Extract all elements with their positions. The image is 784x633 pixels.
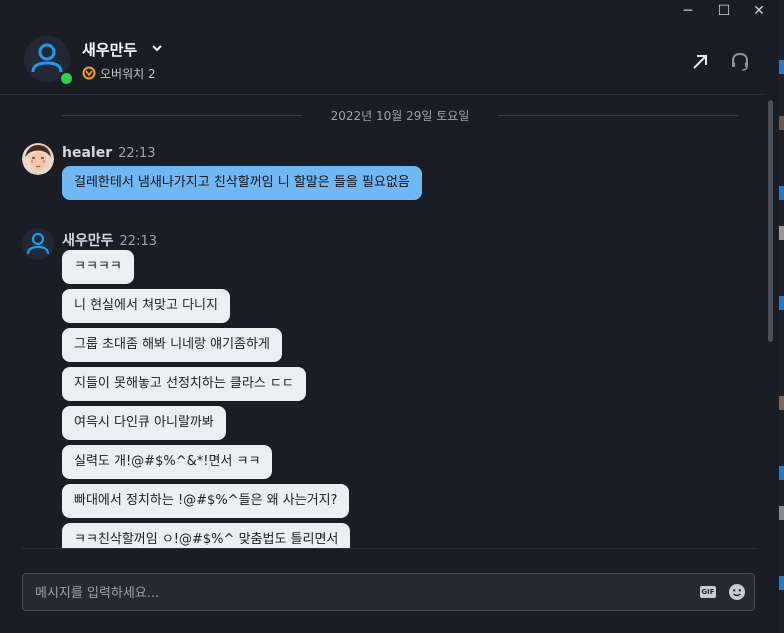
maximize-button[interactable]: ☐ xyxy=(715,2,733,20)
emoji-icon[interactable] xyxy=(728,583,746,601)
message-bubble[interactable]: 니 현실에서 쳐맞고 다니지 xyxy=(62,289,230,323)
background-edge-mark xyxy=(779,396,784,410)
background-window-edge xyxy=(778,0,784,633)
background-edge-mark xyxy=(779,116,784,130)
overwatch-icon xyxy=(82,66,96,80)
online-status-dot xyxy=(59,71,74,86)
message-bubble[interactable]: 걸레한테서 냄새나가지고 친삭할꺼임 니 할말은 들을 필요없음 xyxy=(62,166,422,200)
healer-portrait-icon xyxy=(22,143,54,175)
title-bar: ─ ☐ ✕ xyxy=(0,0,784,22)
message-list[interactable]: 2022년 10월 29일 토요일 healer 22:13 걸레한테서 냄새나가… xyxy=(0,96,764,548)
author-name[interactable]: healer xyxy=(62,145,112,161)
background-edge-mark xyxy=(779,60,784,74)
date-separator: 2022년 10월 29일 토요일 xyxy=(62,104,738,126)
message-bubble[interactable]: ㅋㅋㅋㅋ xyxy=(62,250,134,284)
message-composer: GIF xyxy=(22,573,755,612)
message-bubble[interactable]: 지들이 못해놓고 선정치하는 클라스 ㄷㄷ xyxy=(62,367,306,401)
message-time: 22:13 xyxy=(118,146,156,161)
message-bubble[interactable]: 실력도 개!@#$%^&*!면서 ㅋㅋ xyxy=(62,445,273,479)
message-author: healer 22:13 xyxy=(62,145,156,161)
background-edge-mark xyxy=(779,186,784,200)
scrollbar-thumb[interactable] xyxy=(768,100,773,342)
healer-avatar[interactable] xyxy=(22,143,54,175)
user-avatar[interactable] xyxy=(22,228,54,260)
composer-divider xyxy=(22,548,756,549)
game-name: 오버워치 2 xyxy=(100,67,156,81)
background-edge-mark xyxy=(779,506,784,520)
message-bubble[interactable]: ㅋㅋ친삭할꺼임 ㅇ!@#$%^ 맞춤법도 틀리면서 xyxy=(62,523,351,548)
background-edge-mark xyxy=(779,466,784,480)
pop-out-arrow-icon[interactable] xyxy=(689,51,711,73)
background-edge-mark xyxy=(779,226,784,240)
date-text: 2022년 10월 29일 토요일 xyxy=(326,109,474,123)
minimize-button[interactable]: ─ xyxy=(679,2,697,20)
date-label: 2022년 10월 29일 토요일 xyxy=(62,107,738,124)
headset-icon[interactable] xyxy=(729,51,751,73)
background-edge-mark xyxy=(779,576,784,590)
close-button[interactable]: ✕ xyxy=(750,2,768,20)
chat-header: 새우만두 오버워치 2 xyxy=(0,22,764,95)
chevron-down-icon[interactable] xyxy=(151,43,163,53)
message-bubble[interactable]: 그룹 초대좀 해봐 니네랑 얘기좀하게 xyxy=(62,328,282,362)
message-input[interactable] xyxy=(33,574,677,612)
author-name[interactable]: 새우만두 xyxy=(62,233,114,249)
contact-name[interactable]: 새우만두 xyxy=(82,39,137,60)
message-bubble[interactable]: 빠대에서 정치하는 !@#$%^들은 왜 사는거지? xyxy=(62,484,350,518)
message-bubble[interactable]: 여윽시 다인큐 아니랄까봐 xyxy=(62,406,226,440)
gif-icon[interactable]: GIF xyxy=(700,586,716,598)
background-edge-mark xyxy=(779,296,784,310)
message-time: 22:13 xyxy=(119,234,157,249)
message-author: 새우만두 22:13 xyxy=(62,230,157,250)
default-user-icon xyxy=(26,232,50,255)
